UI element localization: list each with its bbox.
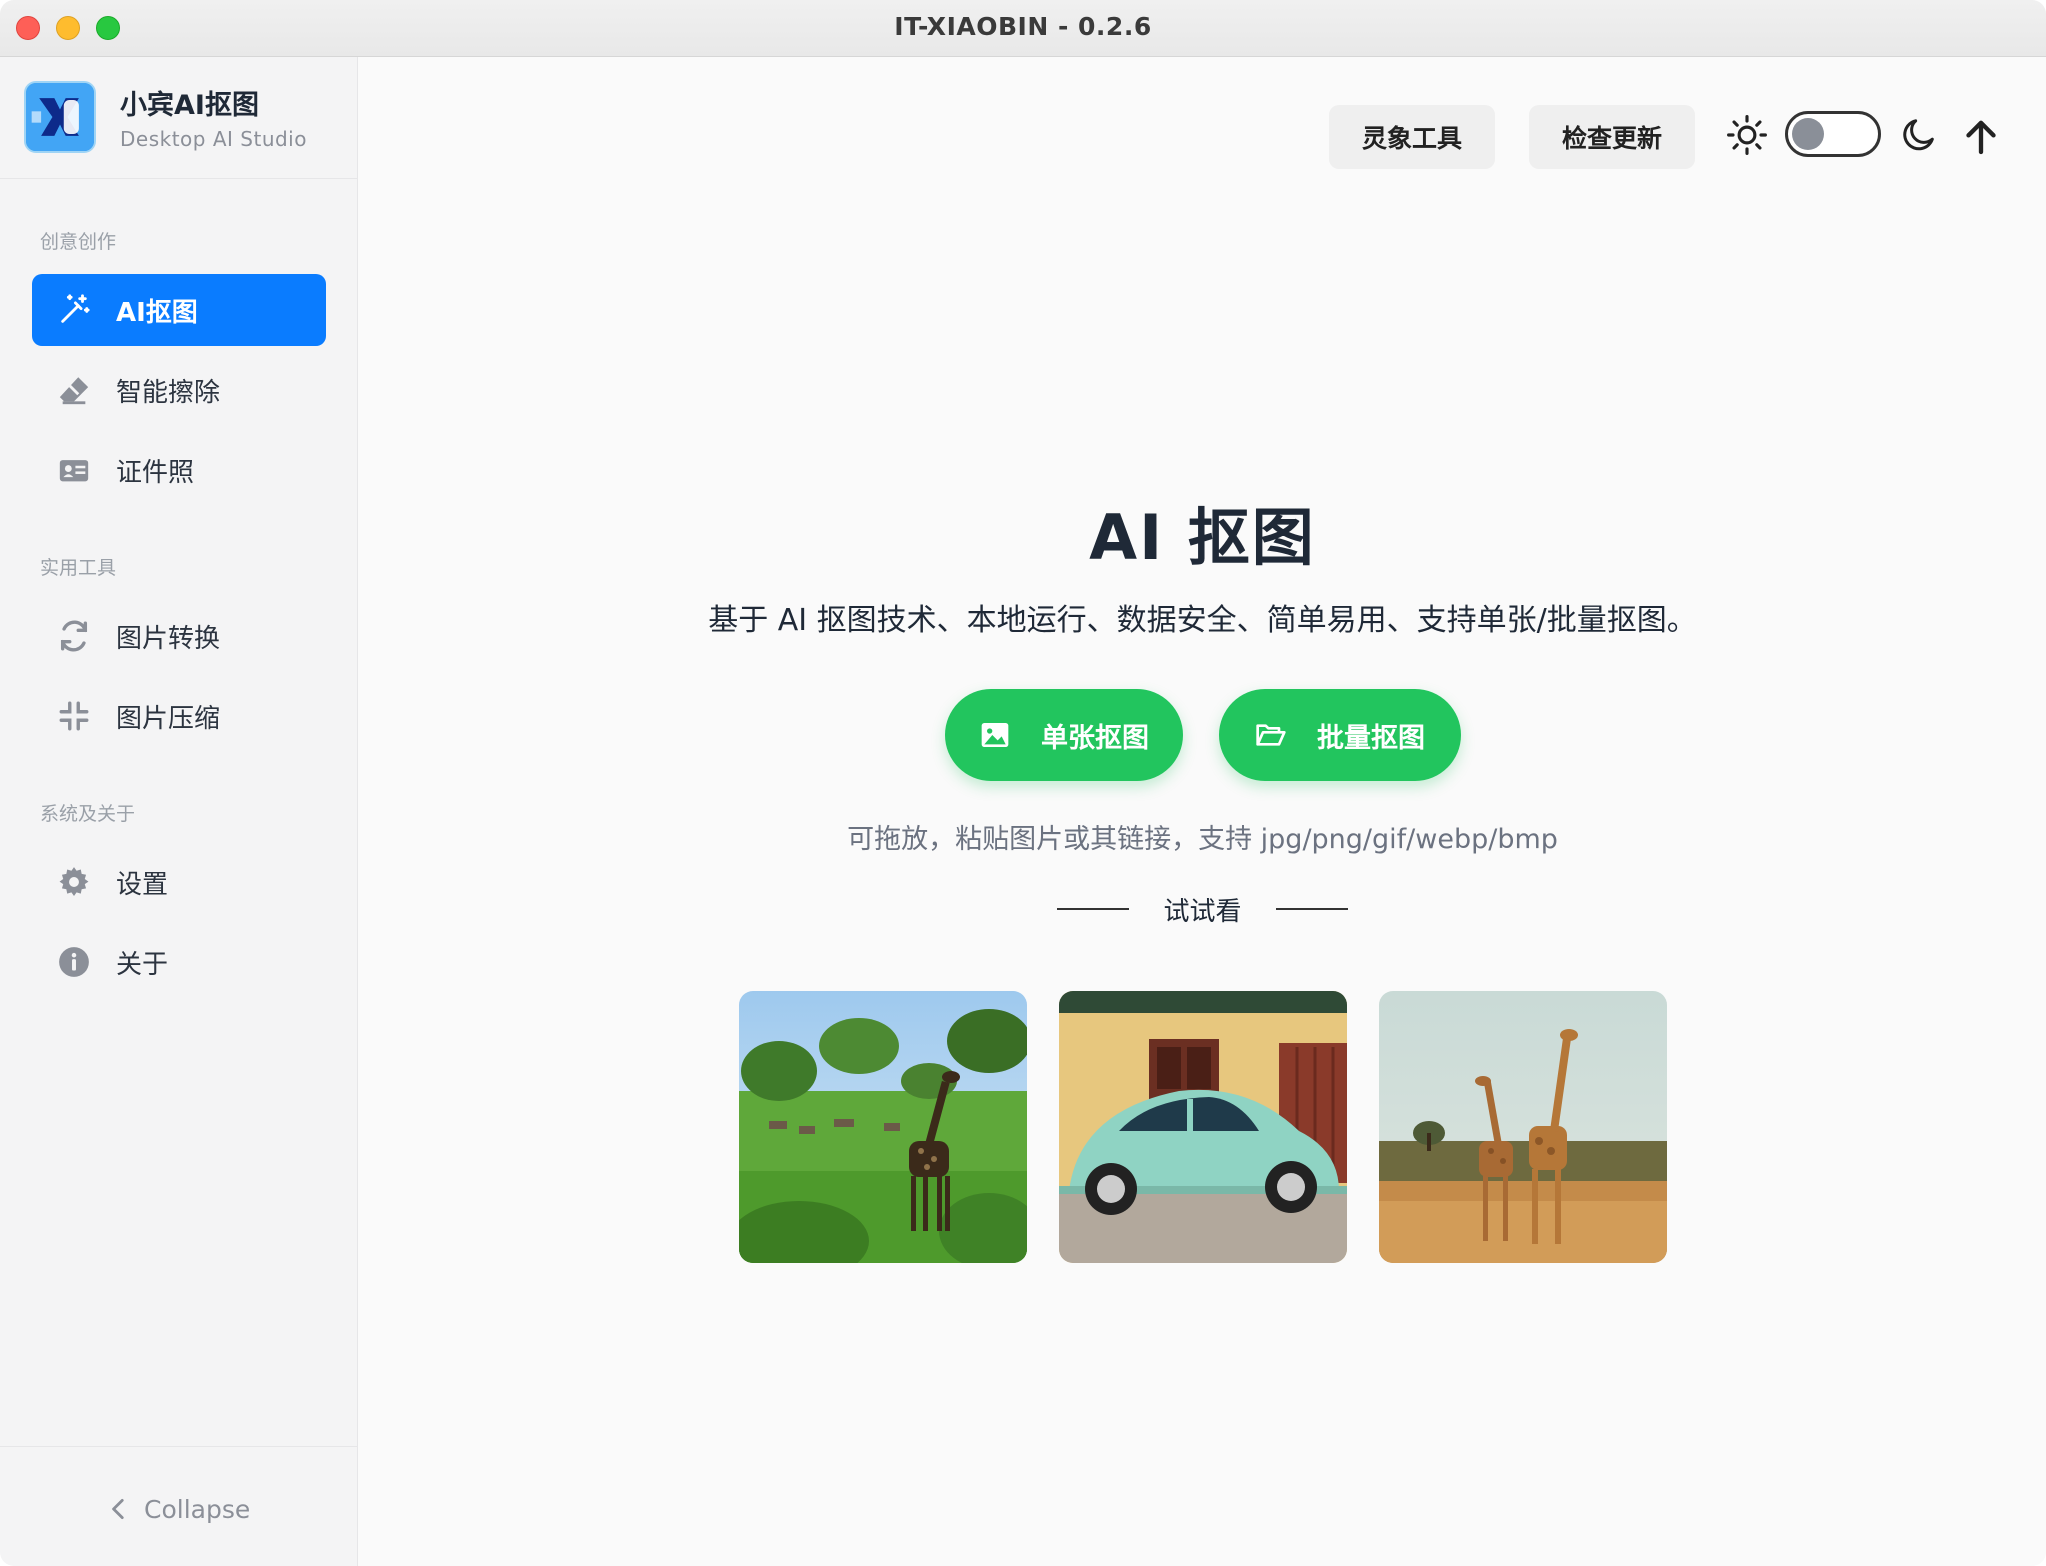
chevron-left-icon (112, 1498, 124, 1520)
sidebar-item-label: AI抠图 (116, 297, 198, 328)
collapse-label: Collapse (144, 1494, 251, 1524)
sidebar-item-ai-cutout[interactable]: AI抠图 (32, 274, 326, 346)
try-label: 试试看 (1163, 896, 1242, 927)
brand-header: 小宾AI抠图 Desktop AI Studio (0, 57, 358, 179)
try-divider: 试试看 (359, 889, 2046, 929)
moon-icon[interactable] (1897, 113, 1941, 157)
main-content: 灵象工具 检查更新 AI 抠图 基于 AI 抠图技术、本地运行、数据安全、简单易… (359, 57, 2046, 1566)
page-title: AI 抠图 (1089, 501, 1316, 574)
lingxiang-tools-button[interactable]: 灵象工具 (1329, 105, 1495, 169)
drop-hint: 可拖放，粘贴图片或其链接，支持 jpg/png/gif/webp/bmp (847, 824, 1558, 855)
section-label-creative: 创意创作 (40, 231, 117, 253)
id-card-icon (54, 450, 94, 490)
eraser-icon (54, 370, 94, 410)
brand-subtitle: Desktop AI Studio (120, 127, 307, 151)
sidebar-item-image-convert[interactable]: 图片转换 (32, 600, 326, 672)
sidebar-item-label: 图片压缩 (116, 703, 221, 734)
divider-line (1275, 908, 1348, 910)
sample-image-giraffe-field[interactable] (739, 991, 1027, 1263)
collapse-bar: Collapse (0, 1446, 358, 1566)
divider-line (1057, 908, 1130, 910)
sidebar-item-smart-erase[interactable]: 智能擦除 (32, 354, 326, 426)
image-icon (981, 723, 1009, 747)
page-description: 基于 AI 抠图技术、本地运行、数据安全、简单易用、支持单张/批量抠图。 (708, 603, 1697, 638)
batch-cutout-label: 批量抠图 (1317, 722, 1425, 754)
section-label-utilities: 实用工具 (40, 557, 117, 579)
batch-cutout-button[interactable]: 批量抠图 (1219, 689, 1461, 781)
sample-image-car[interactable] (1059, 991, 1347, 1263)
single-cutout-button[interactable]: 单张抠图 (945, 689, 1183, 781)
single-cutout-label: 单张抠图 (1041, 722, 1149, 754)
theme-toggle[interactable] (1785, 111, 1881, 157)
check-update-button[interactable]: 检查更新 (1529, 105, 1695, 169)
sidebar-item-label: 图片转换 (116, 623, 221, 654)
refresh-icon (54, 616, 94, 656)
sidebar-item-label: 关于 (116, 949, 169, 980)
sidebar-item-label: 智能擦除 (116, 377, 221, 408)
sidebar-item-label: 证件照 (116, 457, 195, 488)
collapse-button[interactable]: Collapse (106, 1489, 250, 1529)
window-title: IT-XIAOBIN - 0.2.6 (894, 12, 1152, 41)
sidebar-item-label: 设置 (116, 869, 169, 900)
gear-icon (54, 862, 94, 902)
info-icon (54, 942, 94, 982)
magic-wand-icon (54, 290, 94, 330)
sidebar-item-settings[interactable]: 设置 (32, 846, 326, 918)
title-bar[interactable]: IT-XIAOBIN - 0.2.6 (0, 0, 2046, 57)
sidebar-item-id-photo[interactable]: 证件照 (32, 434, 326, 506)
sidebar-item-about[interactable]: 关于 (32, 926, 326, 998)
brand-name: 小宾AI抠图 (120, 90, 259, 121)
app-window: IT-XIAOBIN - 0.2.6 小宾AI抠图 Desktop AI Stu… (0, 0, 2046, 1566)
sidebar-item-image-compress[interactable]: 图片压缩 (32, 680, 326, 752)
sidebar: 小宾AI抠图 Desktop AI Studio 创意创作 AI抠图 智能擦除 (0, 57, 358, 1566)
sun-icon[interactable] (1725, 113, 1769, 157)
compress-icon (54, 696, 94, 736)
section-label-system: 系统及关于 (40, 803, 136, 825)
folder-open-icon (1256, 724, 1286, 746)
sample-image-giraffes-savanna[interactable] (1379, 991, 1667, 1263)
arrow-up-icon[interactable] (1959, 113, 2003, 161)
app-logo (24, 81, 96, 153)
toggle-knob (1792, 118, 1824, 150)
